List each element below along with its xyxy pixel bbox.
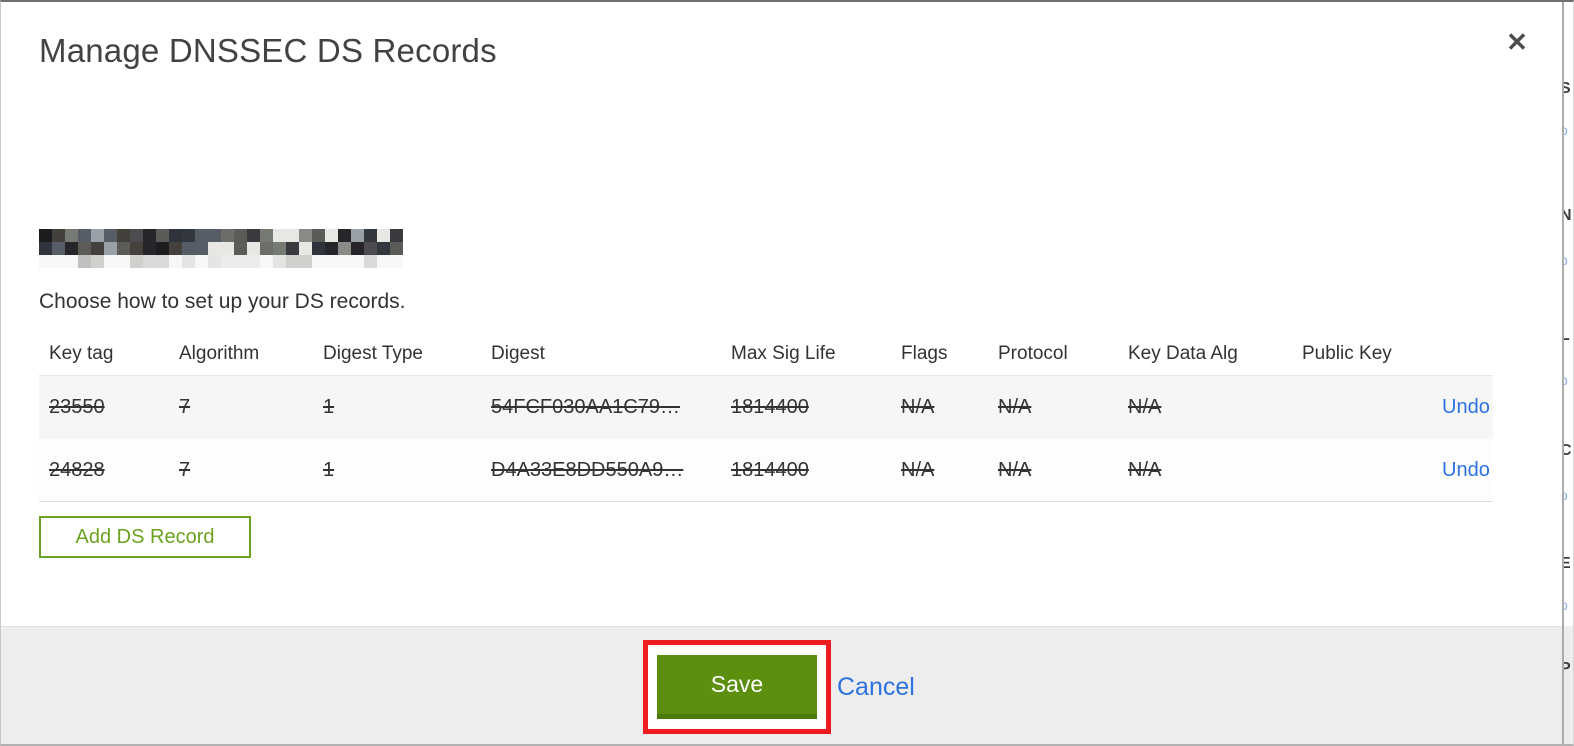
column-header-public-key: Public Key (1302, 342, 1392, 364)
cancel-link[interactable]: Cancel (837, 673, 915, 702)
cell-key-tag: 23550 (49, 396, 105, 418)
ds-records-table: Key tag Algorithm Digest Type Digest Max… (39, 332, 1493, 502)
background-label-fragment: P (1564, 660, 1571, 678)
column-header-protocol: Protocol (998, 342, 1068, 364)
cell-key-data-alg: N/A (1128, 458, 1162, 481)
page-title: Manage DNSSEC DS Records (39, 32, 497, 69)
modal-window: Manage DNSSEC DS Records ✕ Choose how to… (0, 0, 1574, 746)
background-label-fragment: L (1564, 327, 1570, 345)
cell-flags: N/A (901, 396, 935, 418)
redacted-domain-name (39, 229, 403, 268)
cell-digest-type: 1 (323, 458, 335, 481)
close-icon[interactable]: ✕ (1499, 24, 1535, 60)
background-label-fragment: N (1564, 207, 1572, 225)
background-label-fragment: S (1564, 80, 1571, 98)
cell-max-sig-life: 1814400 (731, 458, 809, 481)
cell-key-data-alg: N/A (1128, 396, 1162, 418)
manage-dnssec-modal: Manage DNSSEC DS Records ✕ Choose how to… (1, 2, 1563, 744)
cell-digest-type: 1 (323, 396, 335, 418)
cell-algorithm: 7 (179, 396, 191, 418)
background-link-fragment: o (1564, 597, 1568, 613)
cell-digest: 54FCF030AA1C79… (491, 396, 680, 418)
column-header-key-tag: Key tag (49, 342, 114, 364)
intro-text: Choose how to set up your DS records. (39, 290, 406, 313)
column-header-key-data-alg: Key Data Alg (1128, 342, 1238, 364)
save-button[interactable]: Save (657, 655, 817, 719)
background-page-sliver: So No Lo Co Eo P (1562, 2, 1573, 744)
cell-flags: N/A (901, 458, 935, 481)
cell-algorithm: 7 (179, 458, 191, 481)
background-label-fragment: C (1564, 442, 1572, 460)
cell-key-tag: 24828 (49, 458, 105, 481)
undo-link[interactable]: Undo (1442, 396, 1490, 418)
table-row: 24828 7 1 D4A33E8DD550A9… 1814400 N/A N/… (39, 439, 1493, 502)
background-link-fragment: o (1564, 372, 1568, 388)
column-header-max-sig-life: Max Sig Life (731, 342, 836, 364)
column-header-flags: Flags (901, 342, 948, 364)
column-header-algorithm: Algorithm (179, 342, 260, 364)
table-header-row: Key tag Algorithm Digest Type Digest Max… (39, 332, 1493, 376)
modal-footer: Save Cancel (1, 626, 1563, 744)
background-link-fragment: o (1564, 252, 1568, 268)
background-label-fragment: E (1564, 555, 1571, 573)
add-ds-record-button[interactable]: Add DS Record (39, 516, 251, 558)
undo-link[interactable]: Undo (1442, 459, 1490, 481)
background-link-fragment: o (1564, 487, 1568, 503)
column-header-digest-type: Digest Type (323, 342, 423, 364)
cell-protocol: N/A (998, 396, 1032, 418)
cell-max-sig-life: 1814400 (731, 396, 809, 418)
cell-protocol: N/A (998, 458, 1032, 481)
annotation-highlight-box: Save (643, 640, 831, 734)
table-row: 23550 7 1 54FCF030AA1C79… 1814400 N/A N/… (39, 376, 1493, 439)
background-link-fragment: o (1564, 122, 1568, 138)
cell-digest: D4A33E8DD550A9… (491, 458, 684, 481)
column-header-digest: Digest (491, 342, 545, 364)
background-footer-strip (1564, 626, 1573, 744)
